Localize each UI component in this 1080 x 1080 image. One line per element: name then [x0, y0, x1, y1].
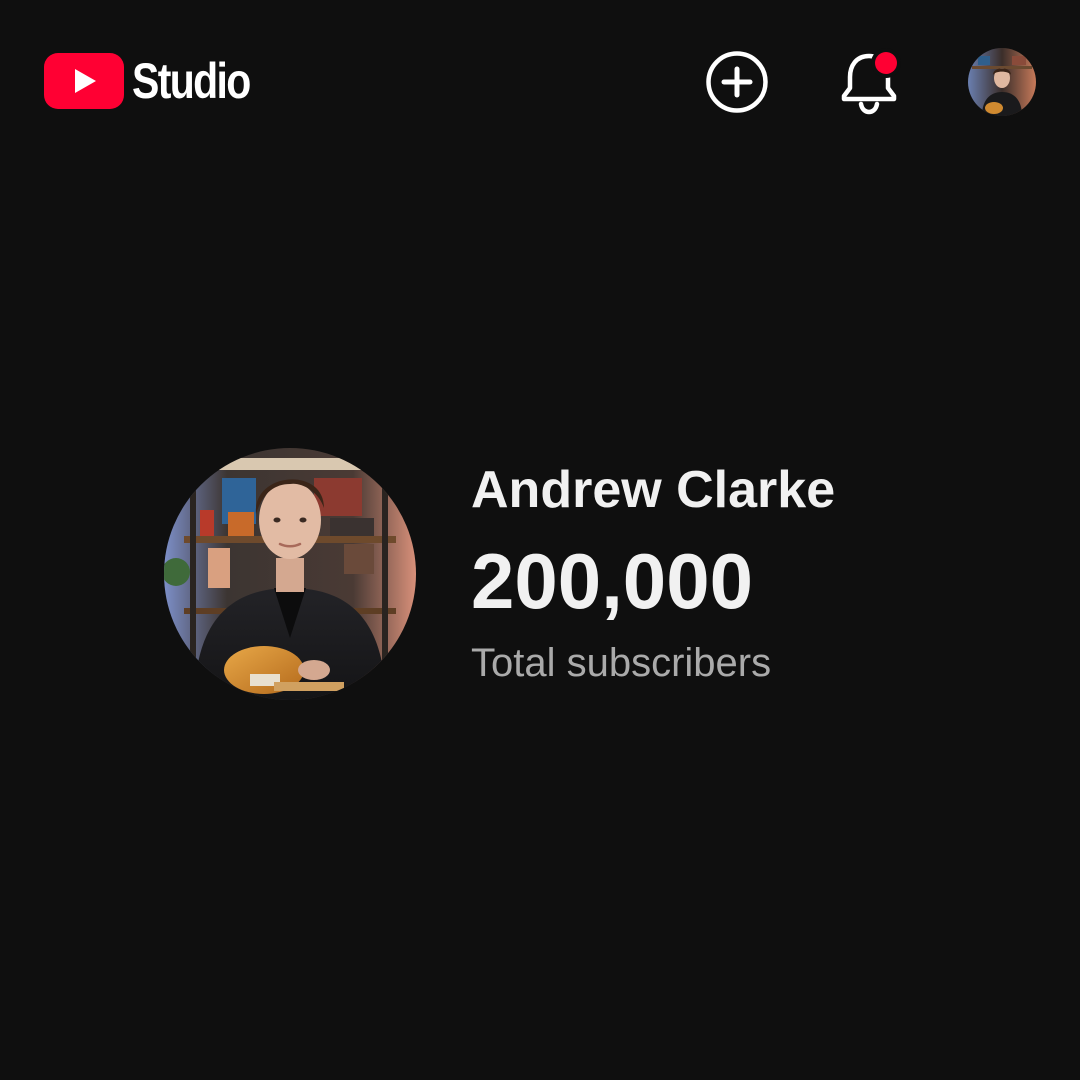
bell-icon — [841, 48, 901, 115]
youtube-studio-logo[interactable]: Studio — [44, 50, 276, 112]
app-name: Studio — [132, 53, 251, 109]
channel-name: Andrew Clarke — [471, 461, 836, 519]
subscriber-count: 200,000 — [471, 537, 753, 625]
channel-avatar — [164, 448, 416, 700]
plus-circle-icon — [706, 51, 768, 113]
notification-badge — [875, 52, 897, 74]
account-avatar[interactable] — [968, 48, 1036, 116]
subscriber-label: Total subscribers — [471, 641, 772, 685]
channel-summary: Andrew Clarke 200,000 Total subscribers — [471, 455, 1031, 689]
top-app-bar: Studio — [0, 0, 1080, 160]
create-button[interactable] — [703, 48, 771, 116]
notifications-button[interactable] — [836, 44, 908, 118]
youtube-play-icon — [44, 53, 124, 109]
